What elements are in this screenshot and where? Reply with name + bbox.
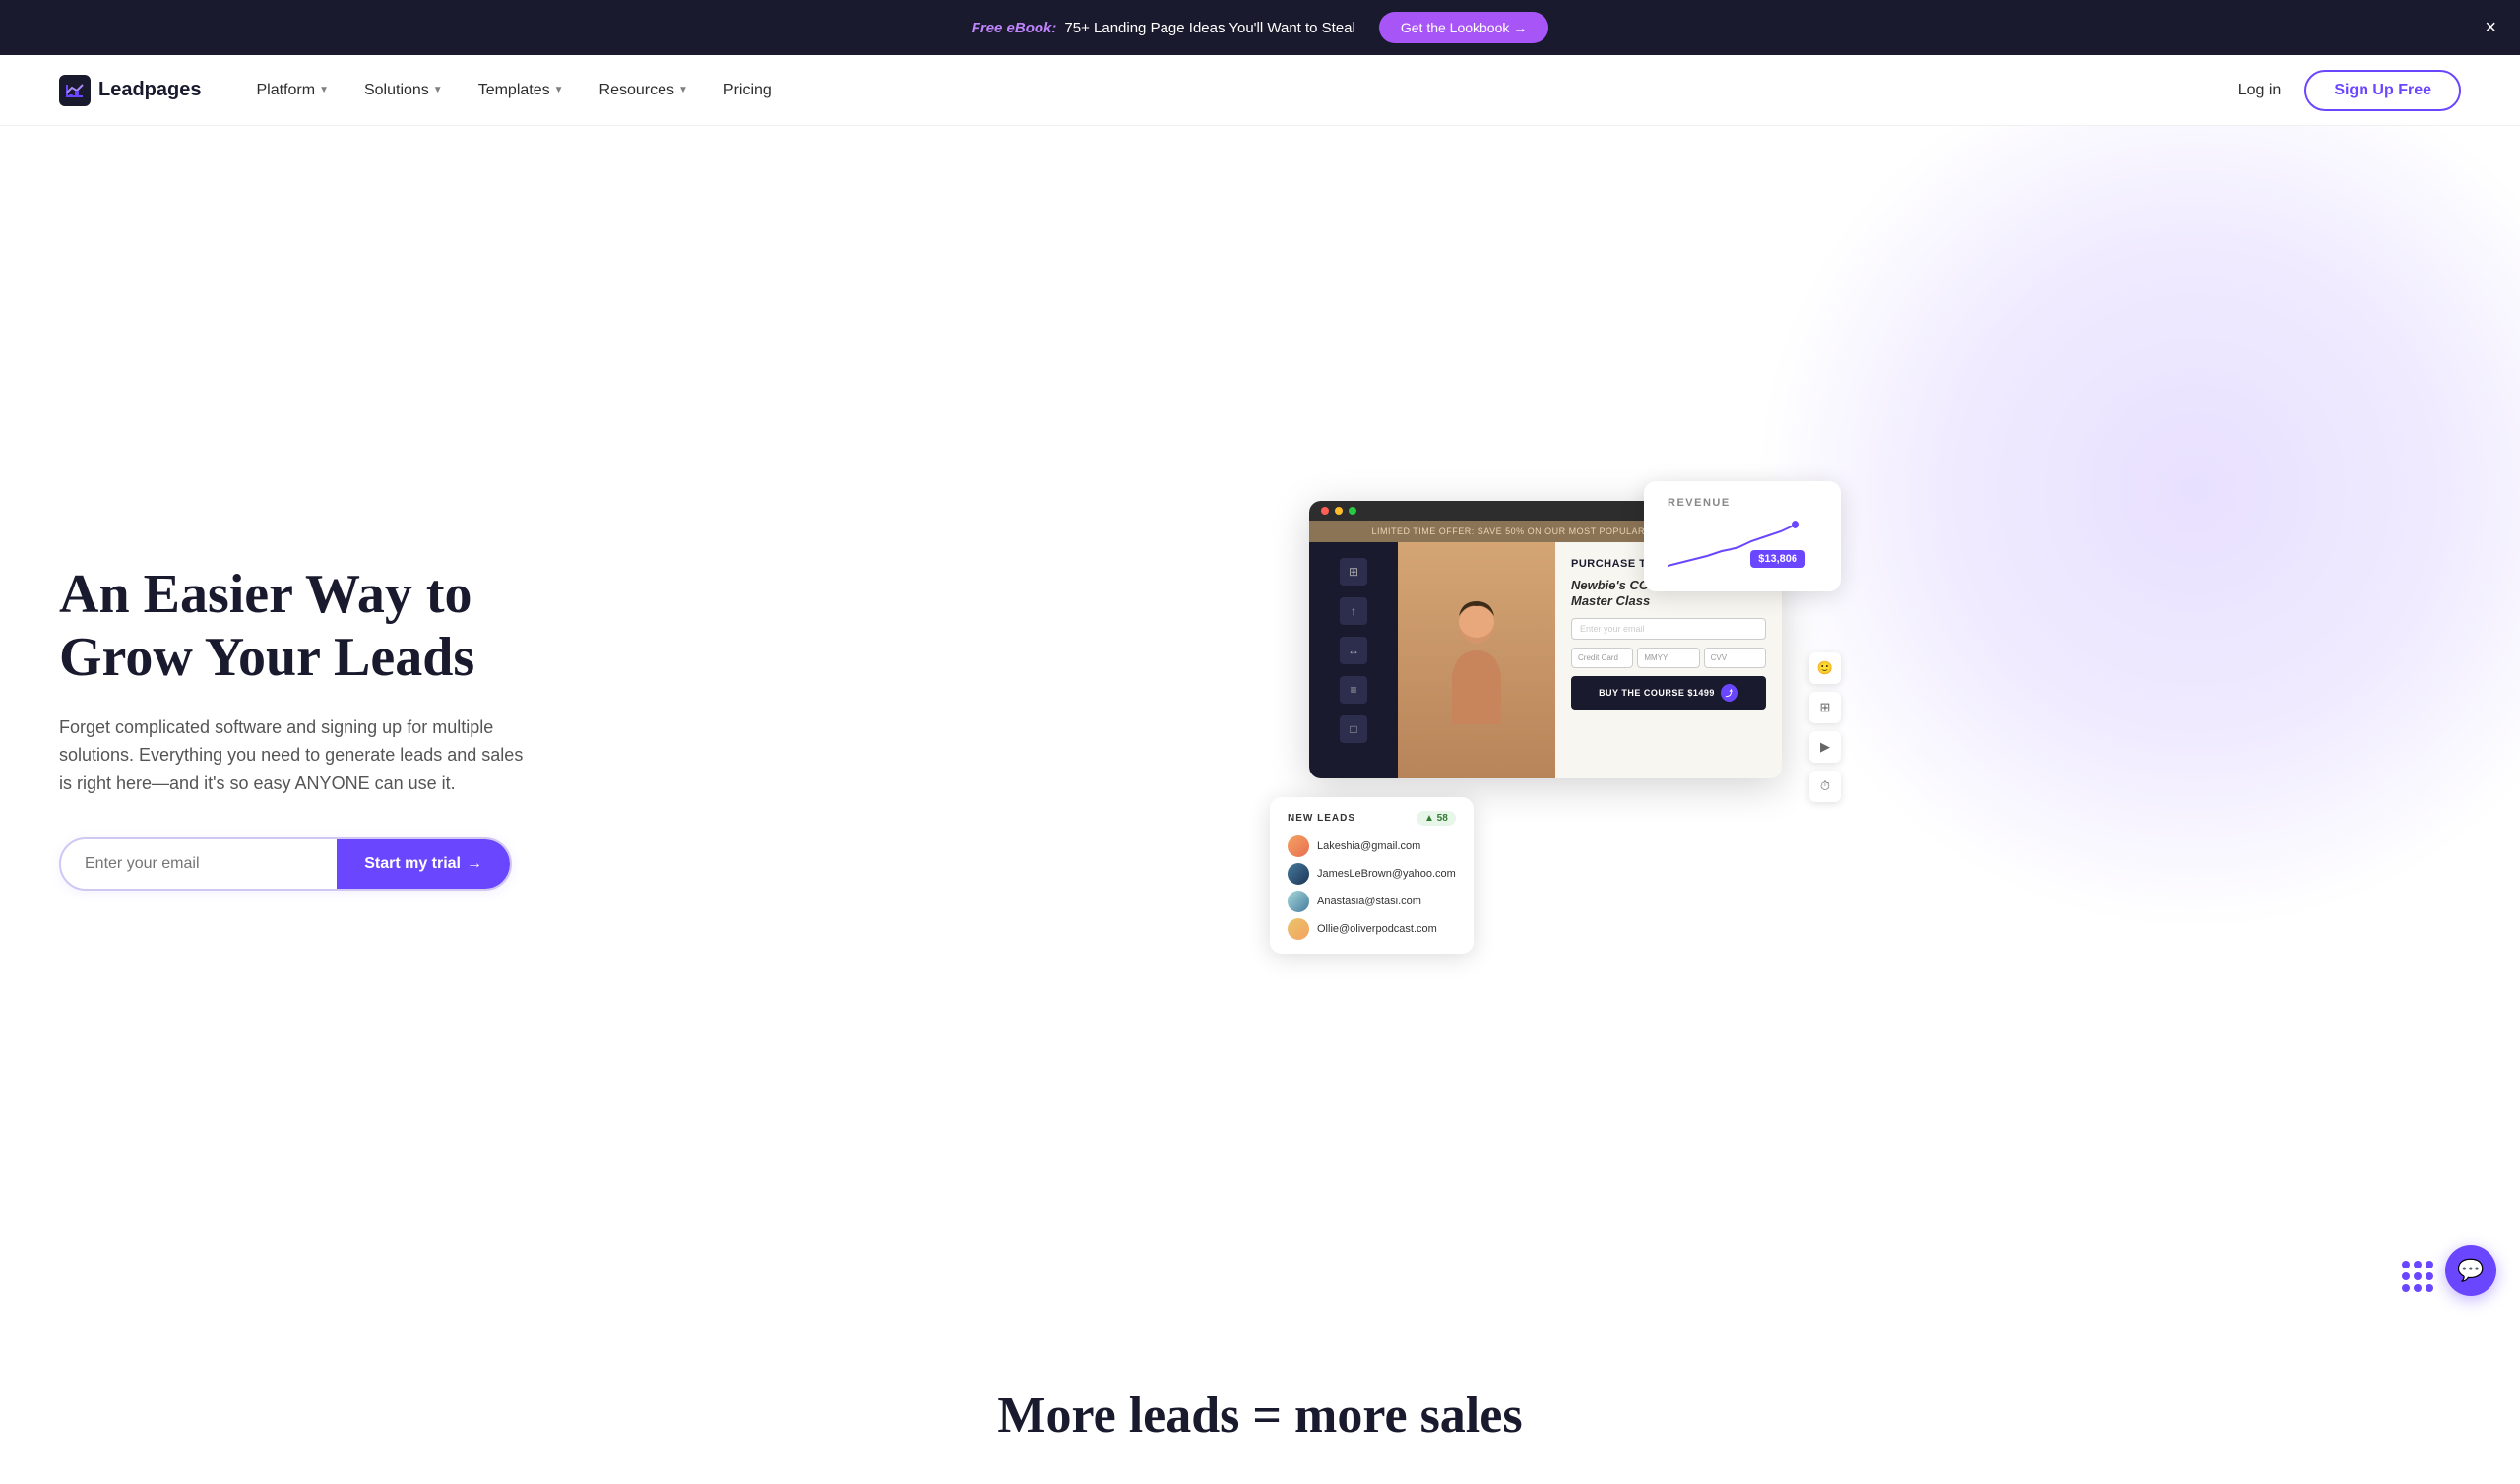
solutions-chevron-icon: ▼ xyxy=(433,85,443,95)
nav-logo-text: Leadpages xyxy=(98,79,201,101)
mockup-course-image xyxy=(1398,542,1555,778)
mockup-buy-button: BUY THE COURSE $1499 ⤴ xyxy=(1571,676,1766,710)
chat-icon: 💬 xyxy=(2457,1258,2484,1283)
announcement-close-button[interactable]: × xyxy=(2485,18,2496,37)
bottom-section: More leads = more sales xyxy=(0,1328,2520,1484)
nav-logo[interactable]: Leadpages xyxy=(59,75,201,106)
mockup-panel-icon-2: ↑ xyxy=(1340,597,1367,625)
templates-chevron-icon: ▼ xyxy=(554,85,564,95)
sidebar-icon-video: ▶ xyxy=(1809,731,1841,763)
leads-card-header: NEW LEADS ▲ 58 xyxy=(1288,811,1456,826)
lead-email-1: Lakeshia@gmail.com xyxy=(1317,840,1420,852)
lead-email-3: Anastasia@stasi.com xyxy=(1317,896,1421,907)
mockup-cvv-field: CVV xyxy=(1704,648,1766,668)
lead-avatar-3 xyxy=(1288,891,1309,912)
nav-pricing[interactable]: Pricing xyxy=(708,74,788,107)
topbar-dot-green xyxy=(1349,507,1356,515)
sidebar-icon-grid: ⊞ xyxy=(1809,692,1841,723)
hero-section: An Easier Way to Grow Your Leads Forget … xyxy=(0,126,2520,1328)
mockup-left-panel: ⊞ ↑ ↔ ≡ □ xyxy=(1309,542,1398,778)
hero-email-input[interactable] xyxy=(61,839,337,889)
leads-list: Lakeshia@gmail.com JamesLeBrown@yahoo.co… xyxy=(1288,835,1456,940)
mockup-payment-row: Credit Card MMYY CVV xyxy=(1571,648,1766,668)
hero-email-form: Start my trial → xyxy=(59,837,512,891)
nav-right: Log in Sign Up Free xyxy=(2238,70,2461,111)
lead-item: Ollie@oliverpodcast.com xyxy=(1288,918,1456,940)
mockup-panel-icon-4: ≡ xyxy=(1340,676,1367,704)
grid-dot xyxy=(2414,1284,2422,1292)
leads-card: NEW LEADS ▲ 58 Lakeshia@gmail.com JamesL… xyxy=(1270,797,1474,954)
nav-platform[interactable]: Platform ▼ xyxy=(240,74,344,107)
lead-email-4: Ollie@oliverpodcast.com xyxy=(1317,923,1437,935)
sidebar-icon-smiley: 🙂 xyxy=(1809,652,1841,684)
hero-visual: REVENUE $13,806 LIMITED TIME OFFER: SAVE… xyxy=(1250,481,1821,973)
mockup-panel-icon-3: ↔ xyxy=(1340,637,1367,664)
nav-links: Platform ▼ Solutions ▼ Templates ▼ Resou… xyxy=(240,74,2237,107)
lead-item: JamesLeBrown@yahoo.com xyxy=(1288,863,1456,885)
lead-email-2: JamesLeBrown@yahoo.com xyxy=(1317,868,1456,880)
grid-dot xyxy=(2426,1272,2433,1280)
leadpages-logo-icon xyxy=(59,75,91,106)
revenue-amount: $13,806 xyxy=(1750,550,1805,568)
leads-title: NEW LEADS xyxy=(1288,813,1355,824)
grid-dot xyxy=(2402,1261,2410,1268)
nav-resources[interactable]: Resources ▼ xyxy=(584,74,704,107)
announcement-bar: Free eBook: 75+ Landing Page Ideas You'l… xyxy=(0,0,2520,55)
sidebar-icons: 🙂 ⊞ ▶ ⏱ xyxy=(1809,652,1841,802)
grid-dot xyxy=(2426,1284,2433,1292)
lead-avatar-2 xyxy=(1288,863,1309,885)
resources-chevron-icon: ▼ xyxy=(678,85,688,95)
revenue-card: REVENUE $13,806 xyxy=(1644,481,1841,591)
grid-dots xyxy=(2402,1261,2433,1292)
hero-right: REVENUE $13,806 LIMITED TIME OFFER: SAVE… xyxy=(610,471,2461,983)
topbar-dot-red xyxy=(1321,507,1329,515)
mockup-mm-field: MMYY xyxy=(1637,648,1699,668)
mockup-panel-icon-1: ⊞ xyxy=(1340,558,1367,586)
grid-dot xyxy=(2414,1261,2422,1268)
revenue-chart: $13,806 xyxy=(1668,517,1805,576)
mockup-panel-icon-5: □ xyxy=(1340,715,1367,743)
mockup-cc-field: Credit Card xyxy=(1571,648,1633,668)
hero-title: An Easier Way to Grow Your Leads xyxy=(59,563,610,690)
ebook-label: Free eBook: xyxy=(972,20,1057,36)
lead-avatar-1 xyxy=(1288,835,1309,857)
hero-subtitle: Forget complicated software and signing … xyxy=(59,713,532,798)
grid-dot xyxy=(2426,1261,2433,1268)
hero-left: An Easier Way to Grow Your Leads Forget … xyxy=(59,563,610,891)
buy-btn-icon: ⤴ xyxy=(1721,684,1738,702)
nav-login-link[interactable]: Log in xyxy=(2238,82,2282,99)
grid-dot xyxy=(2402,1284,2410,1292)
revenue-label: REVENUE xyxy=(1668,497,1817,509)
ebook-text: 75+ Landing Page Ideas You'll Want to St… xyxy=(1064,20,1354,36)
leads-badge: ▲ 58 xyxy=(1417,811,1456,826)
chat-widget-button[interactable]: 💬 xyxy=(2445,1245,2496,1296)
lead-item: Lakeshia@gmail.com xyxy=(1288,835,1456,857)
mockup-email-field: Enter your email xyxy=(1571,618,1766,640)
nav-templates[interactable]: Templates ▼ xyxy=(463,74,580,107)
main-nav: Leadpages Platform ▼ Solutions ▼ Templat… xyxy=(0,55,2520,126)
sidebar-icon-clock: ⏱ xyxy=(1809,771,1841,802)
grid-dot xyxy=(2414,1272,2422,1280)
grid-dot xyxy=(2402,1272,2410,1280)
lookbook-cta-button[interactable]: Get the Lookbook → xyxy=(1379,12,1548,43)
lead-avatar-4 xyxy=(1288,918,1309,940)
bottom-title: More leads = more sales xyxy=(59,1387,2461,1445)
lead-item: Anastasia@stasi.com xyxy=(1288,891,1456,912)
nav-solutions[interactable]: Solutions ▼ xyxy=(348,74,459,107)
nav-signup-button[interactable]: Sign Up Free xyxy=(2304,70,2461,111)
hero-trial-button[interactable]: Start my trial → xyxy=(337,839,510,889)
platform-chevron-icon: ▼ xyxy=(319,85,329,95)
topbar-dot-yellow xyxy=(1335,507,1343,515)
mockup-person-image xyxy=(1398,542,1555,778)
